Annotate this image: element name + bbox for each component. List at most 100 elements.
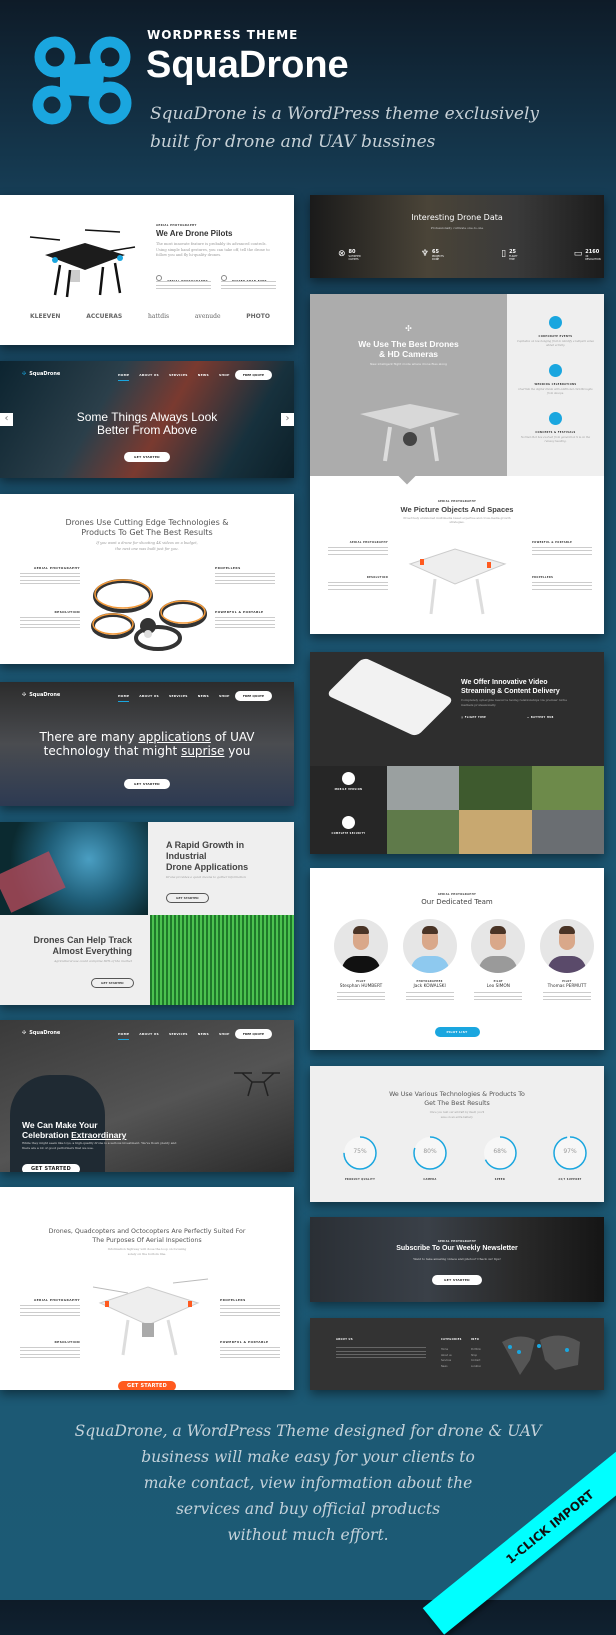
feature-title: FLIGHT TIME [464,716,487,719]
nav-shop[interactable]: SHOP [219,1032,230,1040]
footer-link[interactable]: Portfolio [471,1347,481,1353]
title-text: technology that might [43,744,182,758]
nav-home[interactable]: HOME [118,694,130,702]
nav-about[interactable]: ABOUT US [139,694,159,702]
side-features: MOBILE VERSION COMPLETE SECURITY [310,766,387,854]
title-line: Industrial [166,851,207,861]
gallery-image[interactable] [387,810,460,854]
footer-about-text [336,1345,426,1360]
celebration-title: We Can Make Your Celebration Extraordinar… [22,1120,126,1140]
gallery-image[interactable] [459,766,532,810]
title-line: We Can Make Your [22,1120,98,1130]
feature-mobile: MOBILE VERSION [310,772,387,791]
feature-portable: POWERFUL & PORTABLE [215,610,275,630]
stat-label: 4K RESOLUTION [585,255,601,261]
section-sub: Completely synergize resource taxing rel… [461,698,568,707]
eyebrow: WORDPRESS THEME [147,28,299,42]
gallery-image[interactable] [531,810,604,854]
stat-label: SATISFIED CLIENTS [348,255,361,261]
get-started-button[interactable]: GET STARTED [124,779,170,789]
get-started-button[interactable]: GET STARTED [118,1381,176,1390]
eyebrow: AERIAL PHOTOGRAPHY [437,500,477,503]
free-quote-button[interactable]: FREE QUOTE [234,1029,272,1039]
track-sub: Agricultural use could comprise 80% of t… [54,959,132,963]
logo-icon: ✣ [22,692,27,698]
nav-logo[interactable]: ✣ SquaDrone [22,371,60,377]
tech-section: Drones Use Cutting Edge Technologies & Pr… [0,494,294,664]
nav-news[interactable]: NEWS [198,694,209,702]
nav-services[interactable]: SERVICES [169,373,188,381]
free-quote-button[interactable]: FREE QUOTE [234,370,272,380]
get-started-button[interactable]: GET STARTED [432,1275,482,1285]
nav-shop[interactable]: SHOP [219,694,230,702]
world-map-icon [502,1335,580,1375]
feature-aerial: AERIAL PHOTOGRAPHY [328,541,388,557]
footer-link[interactable]: Location [471,1364,481,1370]
nav-news[interactable]: NEWS [198,1032,209,1040]
get-started-button[interactable]: GET STARTED [166,893,209,903]
footer-link[interactable]: Contact [471,1358,481,1364]
nav-about[interactable]: ABOUT US [139,1032,159,1040]
nav-logo[interactable]: ✣ SquaDrone [22,692,60,698]
feature-title: POWERFUL & PORTABLE [215,610,264,614]
hero-title: There are many applications of UAV techn… [0,730,294,758]
gallery-image[interactable] [387,766,460,810]
get-started-button[interactable]: GET STARTED [91,978,134,988]
feature-title: PROPELLERS [532,576,554,579]
section-title: Interesting Drone Data [411,213,503,222]
nav-home[interactable]: HOME [118,373,130,381]
skill-meters: 75% PRODUCT QUALITY 80% CAMERA 68% SPEED… [335,1134,595,1181]
gray-hero: ✣ We Use The Best Drones & HD Cameras New… [310,294,507,485]
feature-title: PROPELLERS [215,566,241,570]
client-logo: ACCUERAS [86,313,123,320]
free-quote-button[interactable]: FREE QUOTE [234,691,272,701]
pilots-section: AERIAL PHOTOGRAPHY We Are Drone Pilots T… [0,195,294,345]
member-role: PILOT [562,980,572,983]
feature-security: COMPLETE SECURITY [310,816,387,835]
crop-field-image [150,915,294,1005]
member-role: PILOT [493,980,504,983]
member-name: Stesphan HUMBERT [339,984,383,989]
title-highlight: Extraordinary [71,1130,127,1140]
section-sub: Proactively envisioned multimedia based … [403,516,511,524]
footer-link[interactable]: News [441,1364,452,1370]
nav-about[interactable]: ABOUT US [139,373,159,381]
nav-logo[interactable]: ✣ SquaDrone [22,1030,60,1036]
get-started-button[interactable]: GET STARTED [22,1164,80,1172]
team-member: PHOTOGRAPHER Jack KOWALSKI [401,919,459,1003]
sub-line: save on an extra battery. [440,1116,474,1119]
footer-link[interactable]: Services [441,1358,452,1364]
next-arrow-icon[interactable]: › [281,413,294,426]
title-line: Drones Use Cutting Edge Technologies & [65,518,229,527]
feature-resolution: RESOLUTION [20,610,80,630]
title-line: & HD Cameras [378,349,439,359]
battery-icon: ▯ [501,249,507,259]
gallery-image[interactable] [459,810,532,854]
ship-image [0,822,148,915]
get-started-button[interactable]: GET STARTED [124,452,170,462]
nav-shop[interactable]: SHOP [219,373,230,381]
feature-flight: ◷ FLIGHT TIME [461,716,486,719]
nav-home[interactable]: HOME [118,1032,130,1040]
nav-services[interactable]: SERVICES [169,1032,188,1040]
title-text: you [224,744,251,758]
section-title: Our Dedicated Team [421,898,493,906]
section-sub: Want to take amazing videos and photos? … [413,1257,501,1261]
service-text: Override the digital divide with additio… [518,388,593,395]
nav-services[interactable]: SERVICES [169,694,188,702]
bottom-description: SquaDrone, a WordPress Theme designed fo… [40,1418,576,1548]
section-title: Drones, Quadcopters and Octocopters Are … [0,1228,294,1245]
title-highlight: applications [138,730,211,744]
navbar: ✣SquaDrone HOMEABOUT USSERVICESNEWSSHOPC… [0,369,294,383]
prev-arrow-icon[interactable]: ‹ [0,413,13,426]
stat-resolution: ▭ 2160 4K RESOLUTION [574,249,604,261]
gallery-image[interactable] [531,766,604,810]
pilot-list-button[interactable]: PILOT LIST [434,1027,480,1037]
stat-projects: ♆ 65 PROJECTS DONE [421,249,451,261]
title-line: We Offer Innovative Video [461,679,548,686]
newsletter-section: AERIAL PHOTOGRAPHY Subscribe To Our Week… [310,1217,604,1302]
drone-image [234,1072,280,1097]
nav-news[interactable]: NEWS [198,373,209,381]
feature-title: BATTERY HUB [530,716,554,719]
title-line: Get The Best Results [424,1099,490,1107]
